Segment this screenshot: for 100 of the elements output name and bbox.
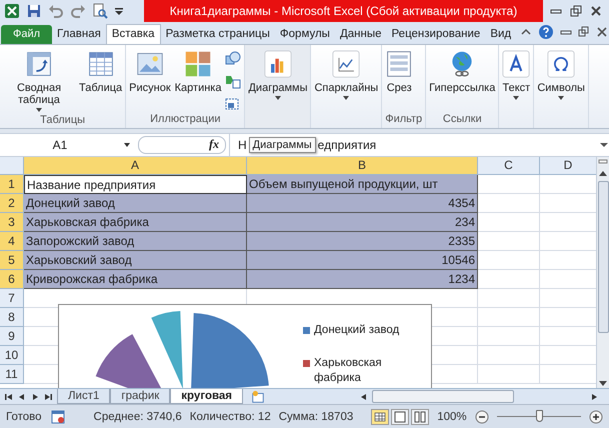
ribbon-group-label: Иллюстрации [149, 113, 222, 127]
close-icon[interactable] [596, 26, 608, 38]
sparkline-icon [332, 50, 360, 78]
sheet-tab[interactable]: Лист1 [57, 389, 110, 404]
status-text: Готово [6, 410, 42, 422]
column-header[interactable]: A [24, 157, 247, 175]
table-cell: Название предприятия [24, 175, 247, 194]
ribbon-tab[interactable]: Вставка [106, 24, 161, 44]
save-icon[interactable] [26, 3, 42, 19]
file-tab[interactable]: Файл [1, 25, 52, 44]
caret-icon[interactable] [35, 106, 43, 114]
undo-icon[interactable] [48, 3, 64, 19]
ribbon-group-label: Ссылки [442, 113, 483, 127]
name-box[interactable]: A1 [0, 138, 120, 152]
diagram-icon[interactable] [225, 73, 242, 89]
caret-icon[interactable] [274, 94, 282, 102]
customize-toolbar-icon[interactable] [114, 6, 124, 16]
expand-icon[interactable] [599, 140, 609, 150]
ribbon-group-label: Таблицы [39, 114, 86, 128]
slicer-icon [385, 50, 414, 78]
picture-icon [136, 50, 164, 78]
caret-icon[interactable] [512, 94, 520, 102]
insert-sheet-icon[interactable] [251, 390, 266, 404]
table-cell: 1234 [247, 270, 478, 289]
ribbon-tab[interactable]: Рецензирование [386, 25, 486, 44]
caret-icon[interactable] [342, 94, 350, 102]
ribbon-button[interactable]: Спарклайны [314, 47, 378, 128]
ribbon-tab[interactable]: Главная [52, 25, 106, 44]
restore-icon[interactable] [569, 4, 583, 18]
row-header[interactable]: 8 [0, 308, 24, 327]
row-header[interactable]: 9 [0, 327, 24, 346]
caret-icon[interactable] [557, 94, 566, 102]
zoom-in-icon[interactable] [589, 410, 603, 424]
row-header[interactable]: 10 [0, 346, 24, 365]
column-header[interactable]: D [540, 157, 596, 175]
row-header[interactable]: 1 [0, 175, 24, 194]
next-sheet-icon[interactable] [30, 392, 40, 402]
status-sum: Сумма: 18703 [278, 410, 354, 422]
zoom-slider[interactable] [536, 410, 543, 422]
table-cell: 2335 [247, 232, 478, 251]
page-layout-icon[interactable] [391, 408, 410, 424]
column-header[interactable]: C [478, 157, 540, 175]
formula-text: Н [238, 138, 247, 152]
column-header[interactable]: B [247, 157, 478, 175]
table-cell: Объем выпущеной продукции, шт [247, 175, 478, 194]
sheet-tab[interactable]: круговая [170, 389, 244, 404]
table-cell: Донецкий завод [24, 194, 247, 213]
ribbon-button[interactable]: Рисунок [129, 47, 171, 113]
help-icon[interactable] [538, 24, 554, 40]
row-header[interactable]: 4 [0, 232, 24, 251]
row-header[interactable]: 7 [0, 289, 24, 308]
zoom-out-icon[interactable] [474, 410, 489, 424]
macro-record-icon[interactable] [50, 408, 66, 424]
caret-icon[interactable] [123, 141, 131, 149]
redo-icon[interactable] [70, 3, 86, 19]
ribbon-tab[interactable]: Формулы [274, 25, 335, 44]
table-cell: 4354 [247, 194, 478, 213]
clip-art-icon [184, 50, 212, 78]
table-cell: 10546 [247, 251, 478, 270]
ribbon-tab[interactable]: Вид [485, 25, 516, 44]
last-sheet-icon[interactable] [43, 392, 53, 402]
restore-icon[interactable] [578, 26, 590, 38]
ribbon-group-label: Фильтр [385, 113, 422, 127]
shapes-icon[interactable] [225, 51, 242, 67]
ribbon-button[interactable]: Картинка [174, 47, 222, 113]
ribbon-button[interactable]: Текст [502, 47, 530, 128]
scroll-right-icon[interactable] [589, 392, 599, 402]
zoom-level[interactable]: 100% [437, 410, 467, 422]
scroll-left-icon[interactable] [359, 392, 369, 402]
ribbon-tab[interactable]: Данные [334, 25, 387, 44]
close-icon[interactable] [589, 4, 603, 18]
insert-function-button[interactable]: fx [209, 137, 219, 153]
print-preview-icon[interactable] [92, 3, 108, 19]
legend-label: Донецкий завод [314, 323, 400, 338]
sheet-tab[interactable]: график [110, 389, 170, 404]
scroll-up-icon[interactable] [598, 169, 608, 179]
ribbon-button[interactable]: Сводная таблица [3, 47, 75, 114]
row-header[interactable]: 3 [0, 213, 24, 232]
ribbon-button[interactable]: Срез [385, 47, 414, 113]
row-header[interactable]: 5 [0, 251, 24, 270]
ribbon-button[interactable]: Таблица [79, 47, 122, 114]
row-header[interactable]: 2 [0, 194, 24, 213]
row-header[interactable]: 6 [0, 270, 24, 289]
page-break-icon[interactable] [411, 408, 430, 424]
table-cell: 234 [247, 213, 478, 232]
scrollbar-thumb[interactable] [598, 181, 608, 333]
scrollbar-thumb[interactable] [372, 390, 514, 403]
first-sheet-icon[interactable] [4, 392, 14, 402]
ribbon-tab[interactable]: Разметка страницы [160, 25, 275, 44]
ribbon-button[interactable]: Символы [537, 47, 585, 128]
table-cell: Харьковский завод [24, 251, 247, 270]
text-icon [502, 50, 530, 78]
previous-sheet-icon[interactable] [17, 392, 27, 402]
ribbon-button[interactable]: Гиперссылка [429, 47, 496, 113]
status-count: Количество: 12 [190, 410, 271, 422]
excel-logo-icon[interactable] [4, 3, 20, 19]
table-cell: Запорожский завод [24, 232, 247, 251]
row-header[interactable]: 11 [0, 365, 24, 384]
table-cell: Криворожская фабрика [24, 270, 247, 289]
normal-view-icon[interactable] [371, 408, 390, 424]
